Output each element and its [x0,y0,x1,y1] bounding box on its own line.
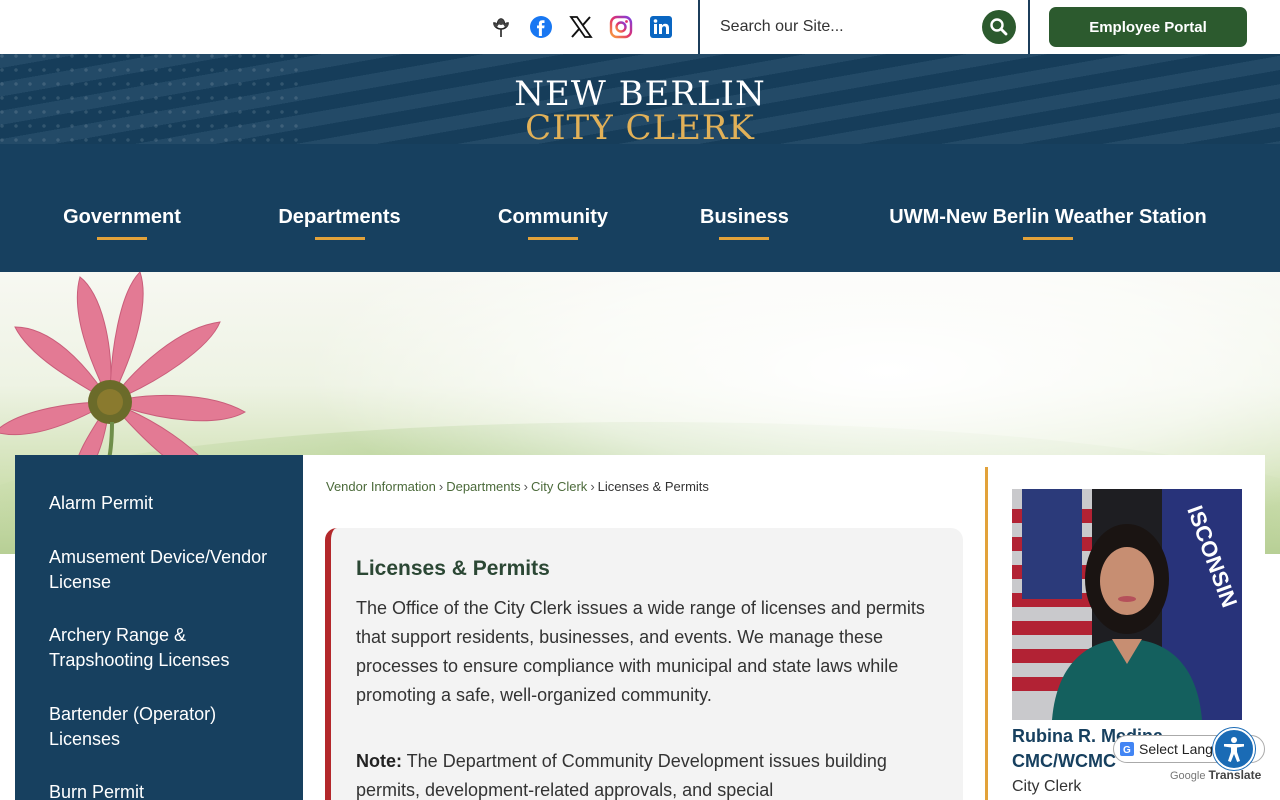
x-icon[interactable] [568,14,594,40]
linkedin-icon[interactable] [648,14,674,40]
nav-underline [719,237,769,240]
site-search [698,0,1030,54]
accessibility-button[interactable] [1213,728,1255,770]
nav-label: Departments [278,206,401,228]
intro-paragraph: The Office of the City Clerk issues a wi… [356,598,925,705]
nav-label: Business [700,206,789,228]
instagram-icon[interactable] [608,14,634,40]
note-paragraph: Note: The Department of Community Develo… [356,747,946,800]
breadcrumb-vendor-information[interactable]: Vendor Information [326,479,436,494]
nav-business[interactable]: Business [700,206,789,240]
nav-label: UWM-New Berlin Weather Station [889,206,1207,228]
nav-underline [97,237,147,240]
breadcrumb-current: Licenses & Permits [597,479,709,494]
nav-weather-station[interactable]: UWM-New Berlin Weather Station [880,206,1216,240]
nav-label: Community [498,206,608,228]
utility-bar: Employee Portal [0,0,1280,54]
nav-label: Government [63,206,181,228]
employee-portal-button[interactable]: Employee Portal [1049,7,1247,47]
logo-line-2: CITY CLERK [525,108,755,148]
contact-divider [985,467,988,800]
accessibility-icon [1224,737,1244,762]
breadcrumb: Vendor Information › Departments › City Cler… [326,479,709,494]
sidebar-nav: Alarm Permit Amusement Device/Vendor Lic… [15,455,303,800]
note-label: Note: [356,751,402,771]
svg-text:G: G [1123,745,1131,756]
google-label: Google [1170,770,1206,782]
breadcrumb-separator: › [438,479,444,494]
flower-image [0,272,246,462]
search-button[interactable] [982,10,1016,44]
sidebar-item-archery-licenses[interactable]: Archery Range & Trapshooting Licenses [49,623,279,673]
city-clerk-photo: ISCONSIN [1012,489,1242,720]
translate-label: Translate [1208,768,1262,782]
sidebar-item-bartender-licenses[interactable]: Bartender (Operator) Licenses [49,702,279,752]
breadcrumb-separator: › [590,479,595,494]
contact-title: City Clerk [1012,778,1082,795]
nav-underline [528,237,578,240]
page-title: Licenses & Permits [356,557,550,580]
translate-credit: Google Translate [1170,768,1261,782]
language-select-label: Select Langu [1139,741,1221,757]
breadcrumb-city-clerk[interactable]: City Clerk [531,479,587,494]
sidebar-item-burn-permit[interactable]: Burn Permit [49,780,279,800]
search-input[interactable] [720,14,970,40]
site-header: NEW BERLIN CITY CLERK Government Departm… [0,54,1280,272]
nav-community[interactable]: Community [495,206,611,240]
note-text: The Department of Community Development … [356,751,887,800]
search-icon [990,18,1008,36]
city-tree-icon[interactable] [488,14,514,40]
facebook-icon[interactable] [528,14,554,40]
breadcrumb-departments[interactable]: Departments [446,479,520,494]
nav-government[interactable]: Government [60,206,184,240]
nav-underline [1023,237,1073,240]
nav-departments[interactable]: Departments [274,206,405,240]
sidebar-item-alarm-permit[interactable]: Alarm Permit [49,491,279,516]
breadcrumb-separator: › [523,479,528,494]
sidebar-item-amusement-license[interactable]: Amusement Device/Vendor License [49,545,279,595]
google-translate-icon: G [1120,742,1134,756]
nav-underline [314,237,365,240]
